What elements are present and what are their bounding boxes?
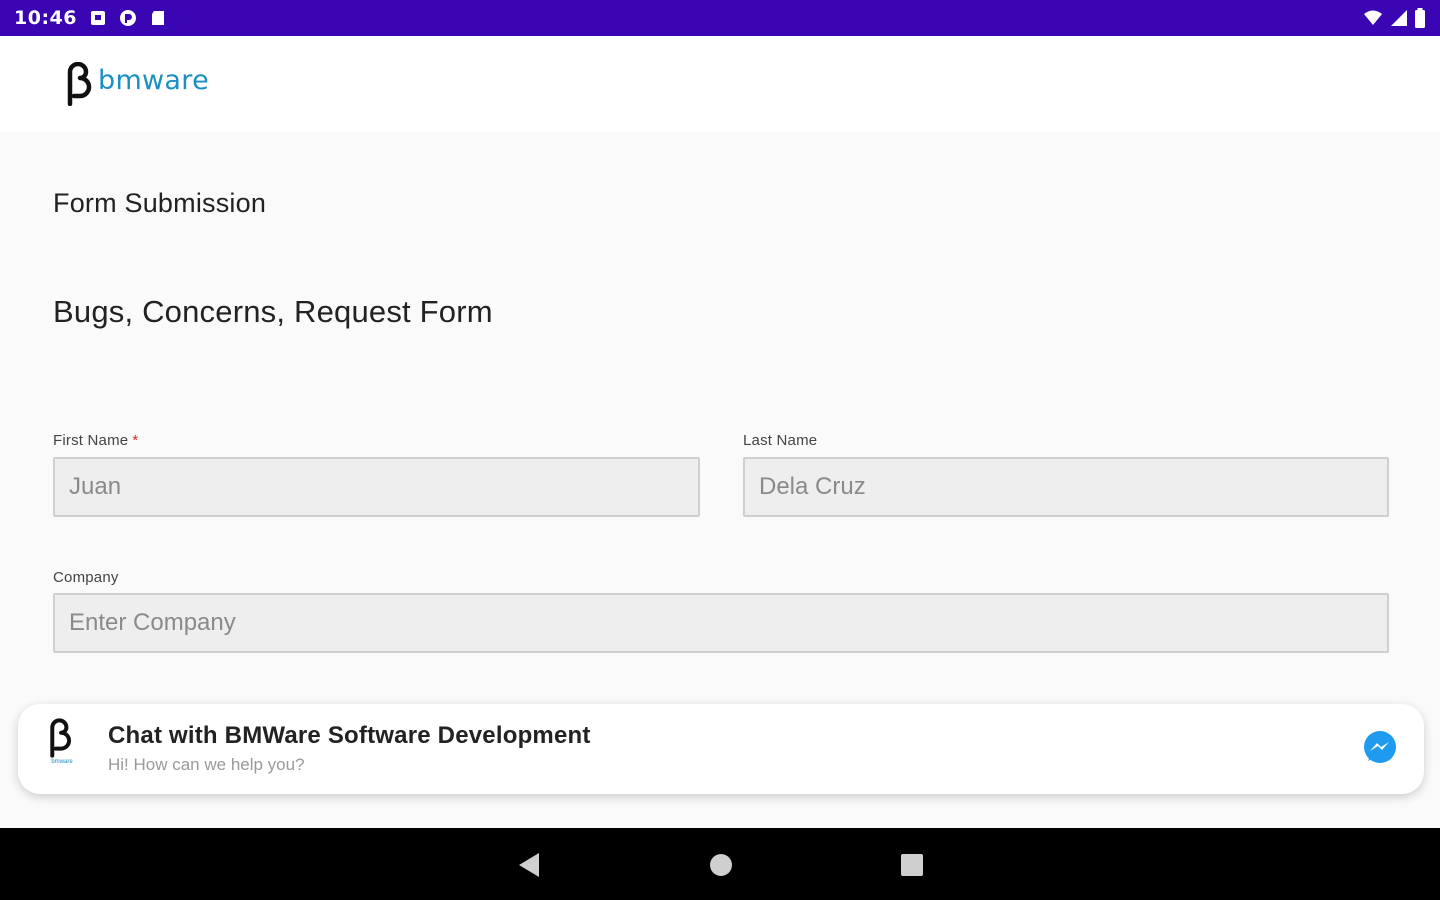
status-time: 10:46 <box>14 7 77 29</box>
recents-icon <box>901 854 923 876</box>
first-name-label-text: First Name <box>53 432 129 449</box>
status-right <box>1362 8 1426 28</box>
chat-subtitle: Hi! How can we help you? <box>108 755 305 774</box>
home-icon <box>710 854 732 876</box>
messenger-icon[interactable] <box>1362 730 1398 766</box>
battery-icon <box>1415 8 1425 28</box>
status-left: 10:46 <box>14 7 167 29</box>
chat-title: Chat with BMWare Software Development <box>108 722 591 749</box>
required-mark: * <box>132 432 139 449</box>
page-title: Bugs, Concerns, Request Form <box>53 294 493 329</box>
first-name-field[interactable] <box>53 457 700 517</box>
beta-logo-icon <box>67 62 92 106</box>
company-field[interactable] <box>53 593 1389 653</box>
pocket-icon <box>119 10 136 26</box>
chat-logo: bmware <box>42 718 82 774</box>
beta-logo-icon <box>50 718 71 758</box>
chat-logo-caption: bmware <box>51 759 73 765</box>
cellular-signal-icon <box>1391 10 1407 26</box>
recents-button[interactable] <box>897 850 927 880</box>
logo-text: bmware <box>98 65 209 96</box>
sd-card-icon <box>151 11 164 25</box>
messenger-chat-widget[interactable]: bmware Chat with BMWare Software Develop… <box>18 704 1424 794</box>
home-button[interactable] <box>706 850 736 880</box>
status-bar: 10:46 <box>0 0 1440 36</box>
app-header: bmware <box>0 36 1440 132</box>
back-button[interactable] <box>514 850 544 880</box>
bmware-logo[interactable]: bmware <box>64 62 209 106</box>
first-name-label: First Name * <box>53 432 138 449</box>
navigation-bar <box>0 828 1440 900</box>
page-subtitle: Form Submission <box>53 188 267 218</box>
company-label: Company <box>53 569 119 586</box>
last-name-label: Last Name <box>743 432 818 449</box>
back-icon <box>519 853 539 877</box>
wifi-icon <box>1364 10 1382 25</box>
notification-square-icon <box>90 11 105 25</box>
last-name-field[interactable] <box>743 457 1389 517</box>
